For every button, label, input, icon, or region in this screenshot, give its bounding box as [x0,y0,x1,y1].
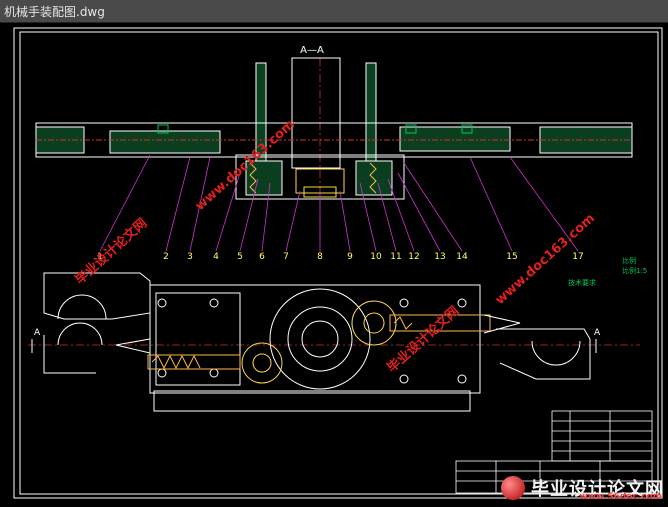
technical-notes: 技术要求 [568,278,596,287]
note-title: 技术要求 [568,278,596,287]
scale-text: 比例1:5 [622,266,647,275]
section-view-a-a [36,58,632,199]
balloon-8: 8 [317,252,323,262]
section-marker-left: A [34,328,41,338]
scale-note: 比例 比例1:5 [622,256,647,275]
balloon-13: 13 [434,252,445,262]
footer-watermark: 毕业设计论文网 www.56doc.com [501,475,664,501]
footer-logo-icon [501,476,525,500]
cad-drawing[interactable]: A—A [0,23,668,503]
window-title: 机械手装配图.dwg [4,3,105,20]
watermark-cn-2: 毕业设计论文网 [384,303,462,376]
balloon-7: 7 [283,252,289,262]
section-title: A—A [300,45,324,56]
scale-label: 比例 [622,256,636,265]
balloon-3: 3 [187,252,193,262]
watermarks: www.doc163.com 毕业设计论文网 www.doc163.com 毕业… [72,117,598,376]
section-marker-right: A [594,328,601,338]
inner-border [20,32,658,494]
balloon-labels: 1 2 3 4 5 6 7 8 9 10 11 12 13 14 15 17 [97,252,584,262]
outer-border [14,28,662,498]
footer-watermark-url: www.56doc.com [579,492,662,502]
balloon-17: 17 [572,252,583,262]
balloon-9: 9 [347,252,353,262]
balloon-4: 4 [213,252,219,262]
watermark-cn-1: 毕业设计论文网 [72,215,150,288]
balloon-10: 10 [370,252,382,262]
balloon-5: 5 [237,252,243,262]
balloon-14: 14 [456,252,468,262]
balloon-11: 11 [390,252,401,262]
balloon-6: 6 [259,252,265,262]
balloon-2: 2 [163,252,169,262]
window-titlebar: 机械手装配图.dwg [0,0,668,23]
balloon-15: 15 [506,252,517,262]
balloon-12: 12 [408,252,419,262]
cad-viewport[interactable]: A—A [0,23,668,503]
